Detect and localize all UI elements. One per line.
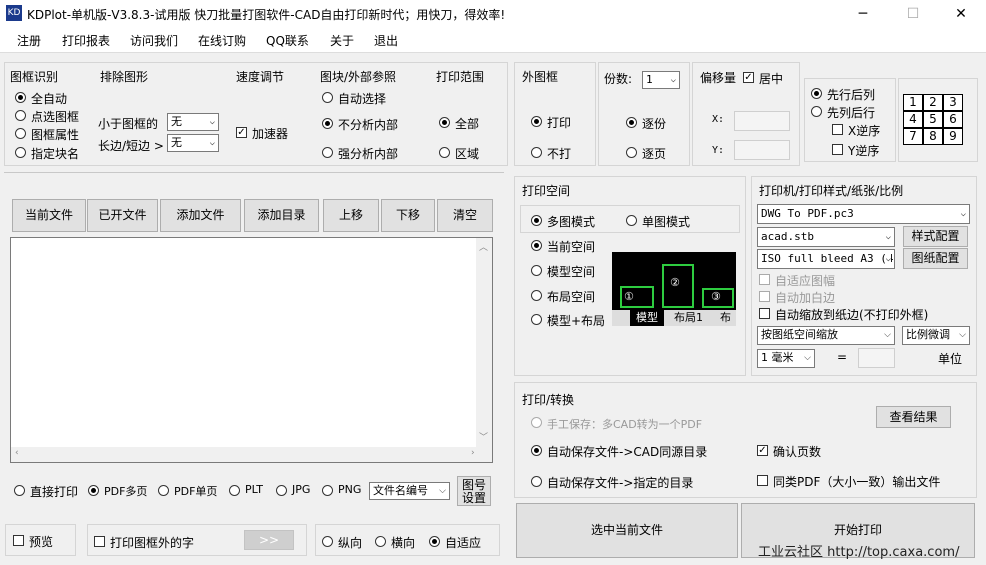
block-ref-title: 图块/外部参照 <box>320 70 397 84</box>
preview-mark-1: ① <box>624 290 634 303</box>
menu-register[interactable]: 注册 <box>17 32 41 49</box>
menu-visit-us[interactable]: 访问我们 <box>130 32 178 49</box>
unit-value-input[interactable] <box>858 348 895 368</box>
offset-title: 偏移量 <box>700 71 737 85</box>
watermark-text: 工业云社区 http://top.caxa.com/ <box>758 545 960 560</box>
exclude-side-label: 长边/短边 > <box>98 139 164 153</box>
file-list-scrollbar[interactable]: ︿ ﹀ <box>476 238 492 447</box>
file-list-hscrollbar[interactable]: ‹ › <box>11 447 492 462</box>
grid-cell: 4 <box>903 111 923 128</box>
preview-tab-layout: 布 <box>720 311 731 324</box>
menu-exit[interactable]: 退出 <box>374 32 398 49</box>
menu-about[interactable]: 关于 <box>330 32 354 49</box>
grid-cell: 1 <box>903 94 923 111</box>
scroll-down-icon: ﹀ <box>479 433 489 443</box>
title-bar: KD KDPlot-单机版-V3.8.3-试用版 快刀批量打图软件-CAD自由打… <box>0 0 986 28</box>
paper-size-select[interactable]: ISO full bleed A3 (4 ⌵ <box>757 249 895 269</box>
chevron-down-icon: ⌵ <box>960 209 966 219</box>
space-preview-image: ① ② ③ 模型 布局1 布 <box>612 252 736 326</box>
exclude-shapes-title: 排除图形 <box>100 70 149 84</box>
move-up-button[interactable]: 上移 <box>323 199 379 232</box>
move-down-button[interactable]: 下移 <box>381 199 435 232</box>
scale-fine-select[interactable]: 比例微调 ⌵ <box>902 326 970 345</box>
divider <box>4 172 504 173</box>
exclude-less-select[interactable]: 无 ⌵ <box>167 113 219 131</box>
scroll-up-icon: ︿ <box>479 243 489 253</box>
offset-x-label: X: <box>712 114 725 125</box>
clear-button[interactable]: 清空 <box>437 199 493 232</box>
chevron-down-icon: ⌵ <box>885 232 891 242</box>
offset-y-label: Y: <box>712 145 725 156</box>
offset-x-input[interactable] <box>734 111 790 131</box>
current-file-button[interactable]: 当前文件 <box>12 199 86 232</box>
scroll-right-icon: › <box>471 448 475 458</box>
print-convert-title: 打印/转换 <box>522 393 575 407</box>
copies-select[interactable]: 1 ⌵ <box>642 71 680 89</box>
grid-cell: 5 <box>923 111 943 128</box>
printer-device-select[interactable]: DWG To PDF.pc3 ⌵ <box>757 204 970 224</box>
close-icon[interactable]: ✕ <box>938 0 984 28</box>
chevron-down-icon: ⌵ <box>885 250 891 268</box>
preview-mark-3: ③ <box>711 290 721 303</box>
chevron-down-icon: ⌵ <box>959 330 966 340</box>
expand-arrow-button[interactable]: >> <box>244 530 294 550</box>
order-grid: 1 2 3 4 5 6 7 8 9 <box>903 94 963 146</box>
paper-config-button[interactable]: 图纸配置 <box>903 248 968 269</box>
print-range-title: 打印范围 <box>436 70 485 84</box>
preview-mark-2: ② <box>670 276 680 289</box>
add-file-button[interactable]: 添加文件 <box>160 199 241 232</box>
view-result-button[interactable]: 查看结果 <box>876 406 951 428</box>
plot-style-select[interactable]: acad.stb ⌵ <box>757 227 895 247</box>
frame-recognition-title: 图框识别 <box>10 70 59 84</box>
chevron-down-icon: ⌵ <box>209 117 215 127</box>
open-files-button[interactable]: 已开文件 <box>87 199 158 232</box>
maximize-icon[interactable]: ☐ <box>890 0 936 28</box>
grid-cell: 7 <box>903 128 923 145</box>
unit-label: 单位 <box>938 352 963 366</box>
grid-cell: 3 <box>943 94 963 111</box>
preview-tabbar: 模型 布局1 布 <box>612 310 736 326</box>
menu-print-report[interactable]: 打印报表 <box>62 32 110 49</box>
chevron-down-icon: ⌵ <box>209 138 215 148</box>
scale-mode-select[interactable]: 按图纸空间缩放 ⌵ <box>757 326 895 345</box>
chevron-down-icon: ⌵ <box>439 486 446 496</box>
chevron-down-icon: ⌵ <box>804 353 811 363</box>
grid-cell: 2 <box>923 94 943 111</box>
chevron-down-icon: ⌵ <box>884 330 891 340</box>
window-title: KDPlot-单机版-V3.8.3-试用版 快刀批量打图软件-CAD自由打印新时… <box>27 8 506 22</box>
file-list[interactable]: ︿ ﹀ ‹ › <box>10 237 493 463</box>
minimize-icon[interactable]: ─ <box>840 0 886 28</box>
preview-tab-layout1: 布局1 <box>674 311 703 324</box>
outer-frame-title: 外图框 <box>522 70 559 84</box>
exclude-less-label: 小于图框的 <box>98 117 159 131</box>
menu-qq-contact[interactable]: QQ联系 <box>266 32 309 49</box>
unit-select[interactable]: 1 毫米 ⌵ <box>757 349 815 368</box>
style-config-button[interactable]: 样式配置 <box>903 226 968 247</box>
kdplot-app-icon: KD <box>6 5 22 21</box>
grid-cell: 6 <box>943 111 963 128</box>
add-directory-button[interactable]: 添加目录 <box>244 199 319 232</box>
naming-select[interactable]: 文件名编号 ⌵ <box>369 482 450 500</box>
speed-title: 速度调节 <box>236 70 285 84</box>
menu-bar: 注册 打印报表 访问我们 在线订购 QQ联系 关于 退出 <box>0 28 986 53</box>
grid-cell: 9 <box>943 128 963 145</box>
unit-equals: = <box>837 350 848 364</box>
chevron-down-icon: ⌵ <box>670 75 676 85</box>
grid-cell: 8 <box>923 128 943 145</box>
scroll-left-icon: ‹ <box>15 448 19 458</box>
exclude-side-select[interactable]: 无 ⌵ <box>167 134 219 152</box>
offset-y-input[interactable] <box>734 140 790 160</box>
copies-title: 份数: <box>604 72 633 86</box>
preview-tab-model: 模型 <box>630 310 664 326</box>
printer-title: 打印机/打印样式/纸张/比例 <box>759 184 904 198</box>
menu-online-order[interactable]: 在线订购 <box>198 32 246 49</box>
drawing-number-settings-button[interactable]: 图号 设置 <box>457 476 491 506</box>
print-space-title: 打印空间 <box>522 184 571 198</box>
select-current-file-button[interactable]: 选中当前文件 <box>516 503 738 558</box>
